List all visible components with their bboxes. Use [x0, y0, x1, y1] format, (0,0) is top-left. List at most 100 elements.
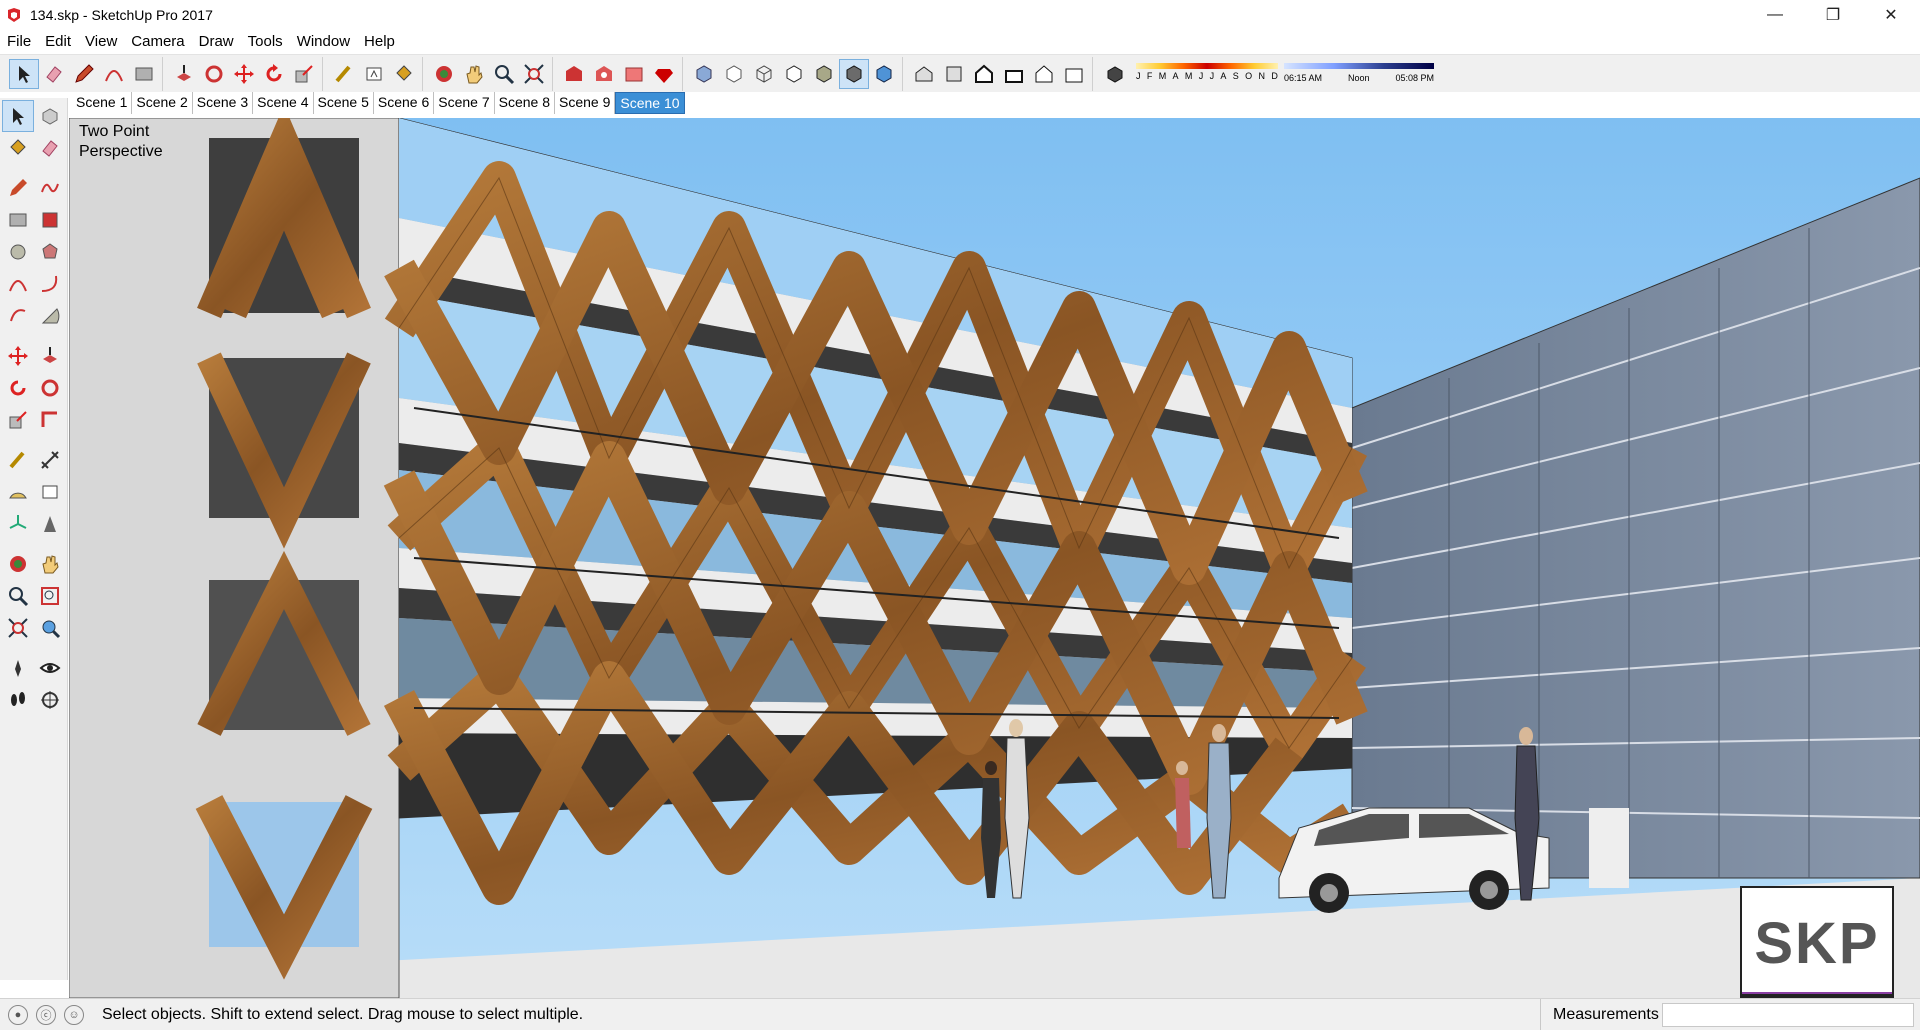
menu-file[interactable]: File — [0, 30, 38, 54]
back-view-button[interactable] — [1029, 59, 1059, 89]
iso-view-button[interactable] — [909, 59, 939, 89]
text-tool-button[interactable] — [359, 59, 389, 89]
look-around-button[interactable] — [34, 652, 66, 684]
rotate-tool-button[interactable] — [259, 59, 289, 89]
shape-tool-button[interactable] — [129, 59, 159, 89]
move-button-left[interactable] — [2, 340, 34, 372]
menu-draw[interactable]: Draw — [192, 30, 241, 54]
pan-button[interactable] — [459, 59, 489, 89]
shadow-time-slider[interactable]: 06:15 AM Noon 05:08 PM — [1284, 61, 1434, 87]
arc-tool-button[interactable] — [99, 59, 129, 89]
push-pull-button-left[interactable] — [34, 340, 66, 372]
follow-me-button[interactable] — [199, 59, 229, 89]
section-plane-button[interactable] — [34, 684, 66, 716]
scale-button-left[interactable] — [2, 404, 34, 436]
menu-view[interactable]: View — [78, 30, 124, 54]
top-view-button[interactable] — [939, 59, 969, 89]
monochrome-button[interactable] — [869, 59, 899, 89]
tab-scene-1[interactable]: Scene 1 — [72, 92, 133, 114]
paint-bucket-button-left[interactable] — [2, 132, 34, 164]
menu-window[interactable]: Window — [290, 30, 357, 54]
geolocation-icon[interactable]: ● — [8, 1004, 28, 1025]
tab-scene-7[interactable]: Scene 7 — [434, 92, 495, 114]
menu-edit[interactable]: Edit — [38, 30, 78, 54]
left-view-button[interactable] — [1059, 59, 1089, 89]
polygon-button[interactable] — [34, 236, 66, 268]
3d-text-button[interactable] — [34, 508, 66, 540]
offset-button[interactable] — [34, 404, 66, 436]
arc-button[interactable] — [2, 268, 34, 300]
zoom-extents-button[interactable] — [519, 59, 549, 89]
right-view-button[interactable] — [999, 59, 1029, 89]
xray-button[interactable] — [689, 59, 719, 89]
select-tool-button[interactable] — [9, 58, 39, 89]
tape-measure-button[interactable] — [329, 59, 359, 89]
maximize-button[interactable]: ❐ — [1804, 0, 1862, 30]
back-edges-button[interactable] — [719, 59, 749, 89]
tab-scene-2[interactable]: Scene 2 — [132, 92, 193, 114]
tape-measure-button-left[interactable] — [2, 444, 34, 476]
tab-scene-9[interactable]: Scene 9 — [555, 92, 616, 114]
rotated-rectangle-button[interactable] — [34, 204, 66, 236]
two-point-arc-button[interactable] — [34, 268, 66, 300]
eraser-tool-button[interactable] — [39, 59, 69, 89]
menu-tools[interactable]: Tools — [241, 30, 290, 54]
3d-warehouse-button[interactable] — [559, 59, 589, 89]
orbit-button-left[interactable] — [2, 548, 34, 580]
zoom-button[interactable] — [489, 59, 519, 89]
text-button-left[interactable] — [34, 476, 66, 508]
wireframe-button[interactable] — [749, 59, 779, 89]
previous-view-button[interactable] — [34, 612, 66, 644]
zoom-extents-button-left[interactable] — [2, 612, 34, 644]
menu-camera[interactable]: Camera — [124, 30, 191, 54]
tab-scene-8[interactable]: Scene 8 — [495, 92, 555, 114]
hidden-line-button[interactable] — [779, 59, 809, 89]
protractor-button[interactable] — [2, 476, 34, 508]
zoom-window-button[interactable] — [34, 580, 66, 612]
axes-button[interactable] — [2, 508, 34, 540]
model-scene[interactable] — [69, 118, 1920, 998]
tab-scene-10[interactable]: Scene 10 — [615, 92, 685, 114]
close-button[interactable]: ✕ — [1862, 0, 1920, 30]
make-component-button[interactable] — [34, 100, 66, 132]
paint-bucket-button[interactable] — [389, 59, 419, 89]
orbit-button[interactable] — [429, 59, 459, 89]
model-viewport[interactable]: Two Point Perspective SKP — [69, 118, 1920, 998]
tab-scene-4[interactable]: Scene 4 — [253, 92, 314, 114]
position-camera-button[interactable] — [2, 652, 34, 684]
line-button-left[interactable] — [2, 172, 34, 204]
dimension-button[interactable] — [34, 444, 66, 476]
credits-icon[interactable]: ⓒ — [36, 1004, 56, 1025]
walk-button[interactable] — [2, 684, 34, 716]
tab-scene-3[interactable]: Scene 3 — [193, 92, 254, 114]
pan-button-left[interactable] — [34, 548, 66, 580]
shadows-toggle-button[interactable] — [1100, 59, 1130, 89]
scale-tool-button[interactable] — [289, 59, 319, 89]
tab-scene-6[interactable]: Scene 6 — [374, 92, 435, 114]
shaded-button[interactable] — [809, 59, 839, 89]
follow-me-button-left[interactable] — [34, 372, 66, 404]
rotate-button-left[interactable] — [2, 372, 34, 404]
select-button[interactable] — [2, 100, 34, 132]
share-model-button[interactable] — [589, 59, 619, 89]
user-account-icon[interactable]: ☺ — [64, 1004, 84, 1025]
share-component-button[interactable] — [619, 59, 649, 89]
freehand-button[interactable] — [34, 172, 66, 204]
extension-warehouse-button[interactable] — [649, 59, 679, 89]
zoom-button-left[interactable] — [2, 580, 34, 612]
front-view-button[interactable] — [969, 59, 999, 89]
menu-help[interactable]: Help — [357, 30, 402, 54]
three-point-arc-button[interactable] — [2, 300, 34, 332]
tab-scene-5[interactable]: Scene 5 — [314, 92, 374, 114]
measurements-input[interactable] — [1662, 1003, 1914, 1027]
pie-button[interactable] — [34, 300, 66, 332]
minimize-button[interactable]: — — [1746, 0, 1804, 30]
eraser-button-left[interactable] — [34, 132, 66, 164]
line-tool-button[interactable] — [69, 59, 99, 89]
rectangle-button[interactable] — [2, 204, 34, 236]
circle-button[interactable] — [2, 236, 34, 268]
move-tool-button[interactable] — [229, 59, 259, 89]
shaded-textures-button[interactable] — [839, 58, 869, 89]
shadow-month-slider[interactable]: J F M A M J J A S O N D — [1136, 61, 1278, 87]
push-pull-button[interactable] — [169, 59, 199, 89]
